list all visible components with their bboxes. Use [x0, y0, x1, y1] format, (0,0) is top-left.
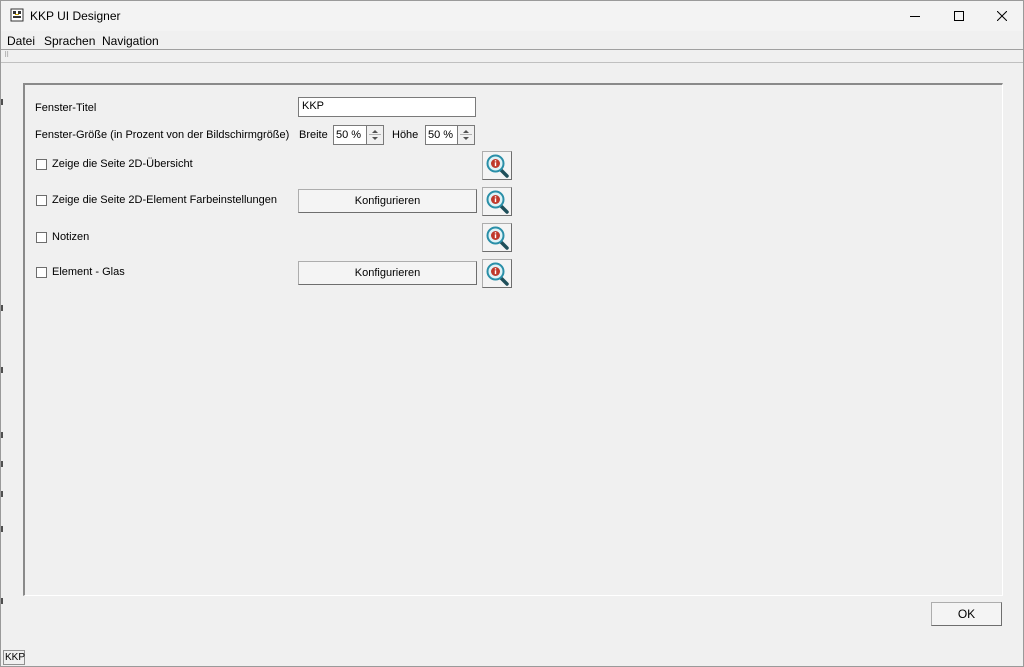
info-magnifier-icon [486, 190, 509, 214]
overview-checkbox[interactable] [36, 159, 47, 170]
edge-mark [1, 491, 3, 497]
height-label: Höhe [392, 129, 419, 141]
window-title-label: Fenster-Titel [35, 102, 97, 114]
width-value: 50 % [336, 129, 362, 141]
toolbar-gripper[interactable]: ⠿ [4, 52, 9, 60]
width-label: Breite [299, 129, 328, 141]
color-settings-configure-button[interactable]: Konfigurieren [298, 189, 477, 213]
notes-label: Notizen [52, 231, 90, 243]
minimize-icon [910, 16, 920, 17]
close-button[interactable] [979, 1, 1024, 31]
notes-info-button[interactable] [482, 223, 512, 252]
color-settings-info-button[interactable] [482, 187, 512, 216]
edge-mark [1, 432, 3, 438]
menu-navigation[interactable]: Navigation [102, 34, 159, 48]
edge-mark [1, 99, 3, 105]
info-magnifier-icon [486, 226, 509, 250]
minimize-button[interactable] [892, 1, 938, 31]
glass-element-label: Element - Glas [52, 266, 125, 278]
spin-divider [460, 134, 472, 135]
menu-bar: Datei Sprachen Navigation [1, 32, 1023, 49]
edge-mark [1, 598, 3, 604]
height-spinner[interactable]: 50 % [425, 125, 475, 145]
glass-element-configure-button[interactable]: Konfigurieren [298, 261, 477, 285]
spin-down-icon[interactable] [372, 137, 378, 140]
spin-up-icon[interactable] [372, 130, 378, 133]
overview-label: Zeige die Seite 2D-Übersicht [52, 158, 193, 170]
spin-divider [369, 134, 381, 135]
edge-mark [1, 526, 3, 532]
color-settings-checkbox[interactable] [36, 195, 47, 206]
window-title: KKP UI Designer [30, 9, 121, 23]
close-icon [997, 11, 1007, 21]
left-edge-marks [1, 61, 4, 621]
width-spinner[interactable]: 50 % [333, 125, 384, 145]
width-spinner-arrows[interactable] [366, 126, 383, 144]
app-logo-icon [10, 8, 24, 22]
toolbar-separator [1, 62, 1023, 63]
edge-mark [1, 367, 3, 373]
window-size-label: Fenster-Größe (in Prozent von der Bildsc… [35, 129, 290, 141]
info-magnifier-icon [486, 154, 509, 178]
menu-sprachen[interactable]: Sprachen [44, 34, 95, 48]
title-bar: KKP UI Designer [1, 1, 1023, 31]
edge-mark [1, 461, 3, 467]
spin-up-icon[interactable] [463, 130, 469, 133]
edge-mark [1, 305, 3, 311]
height-value: 50 % [428, 129, 454, 141]
menu-separator [1, 49, 1023, 50]
color-settings-label: Zeige die Seite 2D-Element Farbeinstellu… [52, 194, 278, 206]
app-window: KKP UI Designer Datei Sprachen Navigatio… [0, 0, 1024, 667]
menu-datei[interactable]: Datei [7, 34, 35, 48]
ok-button[interactable]: OK [931, 602, 1002, 626]
glass-element-checkbox[interactable] [36, 267, 47, 278]
maximize-button[interactable] [936, 1, 982, 31]
glass-element-info-button[interactable] [482, 259, 512, 288]
spin-down-icon[interactable] [463, 137, 469, 140]
window-title-input[interactable]: KKP [298, 97, 476, 117]
overview-info-button[interactable] [482, 151, 512, 180]
height-spinner-arrows[interactable] [457, 126, 474, 144]
status-label: KKP [3, 650, 26, 665]
info-magnifier-icon [486, 262, 509, 286]
maximize-icon [954, 11, 964, 21]
notes-checkbox[interactable] [36, 232, 47, 243]
